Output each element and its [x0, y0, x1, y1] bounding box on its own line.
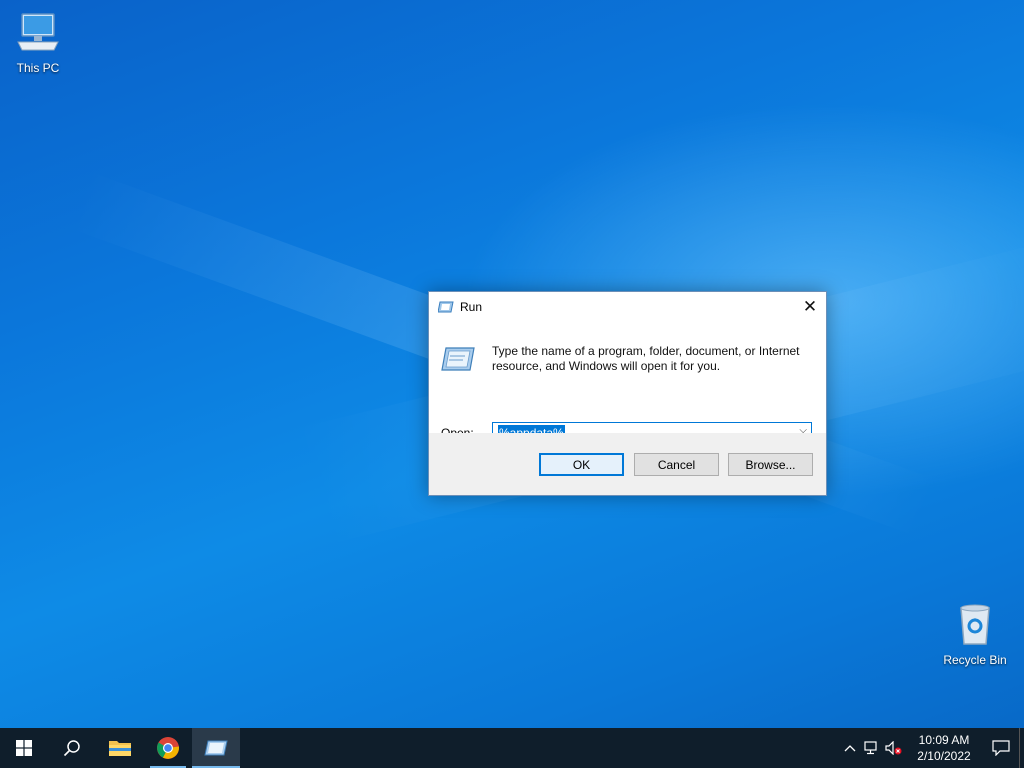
search-button[interactable]: [48, 728, 96, 768]
desktop-icon-label: Recycle Bin: [943, 653, 1007, 667]
windows-logo-icon: [16, 740, 32, 756]
folder-icon: [109, 741, 131, 756]
desktop-icon-this-pc[interactable]: This PC: [0, 8, 76, 75]
tray-overflow-button[interactable]: [839, 728, 861, 768]
browse-button[interactable]: Browse...: [728, 453, 813, 476]
taskbar-clock[interactable]: 10:09 AM 2/10/2022: [905, 732, 983, 764]
network-button[interactable]: [861, 728, 883, 768]
ok-button[interactable]: OK: [539, 453, 624, 476]
taskbar-file-explorer[interactable]: [96, 728, 144, 768]
volume-muted-icon: [885, 741, 902, 755]
dialog-footer: OK Cancel Browse...: [429, 433, 826, 495]
taskbar-run[interactable]: [192, 728, 240, 768]
dialog-title: Run: [460, 300, 483, 314]
action-center-button[interactable]: [983, 728, 1019, 768]
volume-button[interactable]: [883, 728, 905, 768]
dialog-body: Type the name of a program, folder, docu…: [429, 322, 826, 444]
desktop-icon-label: This PC: [16, 61, 60, 75]
clock-time: 10:09 AM: [918, 733, 970, 747]
notification-icon: [992, 740, 1010, 756]
chevron-up-icon: [844, 745, 856, 752]
network-icon: [864, 741, 877, 755]
dialog-description: Type the name of a program, folder, docu…: [492, 344, 800, 373]
close-icon: ✕: [802, 297, 818, 316]
dialog-titlebar[interactable]: Run ✕: [429, 292, 826, 322]
cancel-button[interactable]: Cancel: [634, 453, 719, 476]
system-tray: 10:09 AM 2/10/2022: [839, 728, 1024, 768]
recycle-bin-icon: [960, 604, 990, 645]
desktop-icon-recycle-bin[interactable]: Recycle Bin: [937, 600, 1013, 667]
run-program-icon: [441, 347, 475, 371]
search-icon: [63, 740, 80, 757]
start-button[interactable]: [0, 728, 48, 768]
taskbar: 10:09 AM 2/10/2022: [0, 728, 1024, 768]
run-icon: [438, 301, 454, 313]
clock-date: 2/10/2022: [917, 749, 971, 763]
taskbar-chrome[interactable]: [144, 728, 192, 768]
run-dialog: Run ✕ Type the name of a program, folder…: [428, 291, 827, 496]
run-icon: [204, 740, 228, 756]
chrome-icon: [157, 737, 179, 759]
computer-icon: [17, 13, 59, 51]
close-button[interactable]: ✕: [794, 292, 826, 322]
show-desktop-button[interactable]: [1019, 728, 1024, 768]
